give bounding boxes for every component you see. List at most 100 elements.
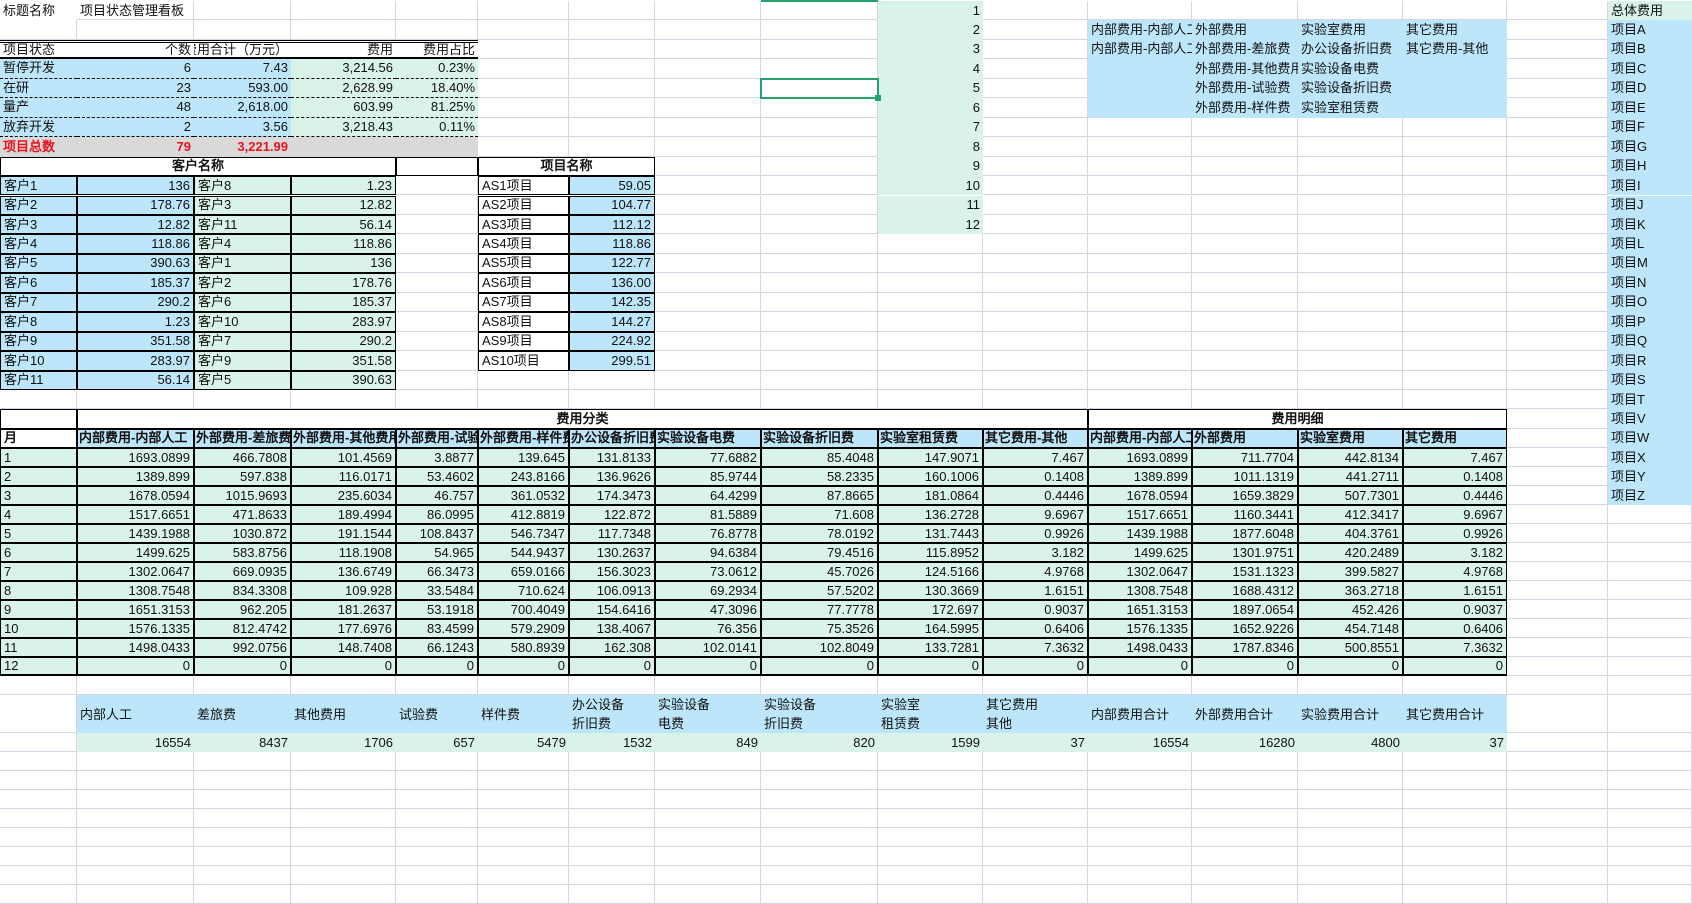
spreadsheet-grid[interactable]: 标题名称 项目状态管理看板 项目状态 个数 费用合计（万元） 费用 费用占比 暂停开发 6 7.4… bbox=[0, 0, 1692, 904]
total-label[interactable]: 项目总数 bbox=[0, 137, 77, 157]
grid-cell[interactable] bbox=[1403, 370, 1507, 390]
expense-value[interactable]: 102.8049 bbox=[761, 638, 878, 658]
status-name[interactable]: 暂停开发 bbox=[0, 59, 77, 79]
expense-value[interactable]: 136.9626 bbox=[569, 467, 655, 487]
status-header-cost[interactable]: 费用 bbox=[291, 39, 396, 60]
project-list-item[interactable]: 项目W bbox=[1608, 428, 1692, 449]
status-header-ratio[interactable]: 费用占比 bbox=[396, 39, 478, 60]
expense-value[interactable]: 0 bbox=[291, 657, 396, 677]
customer-name-sorted[interactable]: 客户2 bbox=[194, 273, 291, 293]
grid-cell[interactable] bbox=[1298, 137, 1403, 157]
project-name[interactable]: AS3项目 bbox=[478, 214, 569, 235]
grid-cell[interactable] bbox=[761, 828, 878, 848]
grid-cell[interactable] bbox=[0, 866, 77, 886]
grid-cell[interactable] bbox=[1608, 562, 1692, 582]
project-list-item[interactable]: 项目G bbox=[1608, 137, 1692, 157]
category-legend-item[interactable]: 内部费用-内部人工 bbox=[1088, 39, 1192, 60]
grid-cell[interactable] bbox=[1298, 273, 1403, 293]
grid-cell[interactable] bbox=[761, 809, 878, 829]
grid-cell[interactable] bbox=[1403, 176, 1507, 196]
grid-cell[interactable] bbox=[655, 117, 761, 138]
index-number[interactable]: 4 bbox=[878, 59, 983, 79]
expense-value[interactable]: 659.0166 bbox=[478, 562, 569, 582]
grid-cell[interactable] bbox=[655, 885, 761, 904]
grid-cell[interactable] bbox=[478, 676, 569, 696]
expense-value[interactable]: 138.4067 bbox=[569, 619, 655, 639]
expense-column-header[interactable]: 实验设备折旧费 bbox=[761, 428, 878, 449]
project-value[interactable]: 118.86 bbox=[569, 234, 655, 254]
grid-cell[interactable] bbox=[761, 292, 878, 313]
expense-value[interactable]: 1308.7548 bbox=[77, 581, 194, 601]
grid-cell[interactable] bbox=[1507, 771, 1608, 791]
status-header-count[interactable]: 个数 bbox=[77, 39, 194, 60]
category-legend-item[interactable]: 外部费用-其他费用 bbox=[1192, 59, 1298, 79]
status-cost[interactable]: 3,218.43 bbox=[291, 117, 396, 138]
summary-value[interactable]: 16554 bbox=[1088, 733, 1192, 753]
project-name[interactable]: AS10项目 bbox=[478, 351, 569, 371]
project-list-item[interactable]: 项目Z bbox=[1608, 486, 1692, 506]
customer-value[interactable]: 136 bbox=[77, 176, 194, 196]
grid-cell[interactable] bbox=[569, 809, 655, 829]
grid-cell[interactable] bbox=[761, 273, 878, 293]
grid-cell[interactable] bbox=[761, 331, 878, 352]
grid-cell[interactable] bbox=[983, 117, 1088, 138]
grid-cell[interactable] bbox=[1088, 752, 1192, 772]
grid-cell[interactable] bbox=[1403, 273, 1507, 293]
grid-cell[interactable] bbox=[291, 1, 396, 21]
summary-label[interactable]: 办公设备 折旧费 bbox=[569, 695, 655, 734]
grid-cell[interactable] bbox=[655, 847, 761, 867]
grid-cell[interactable] bbox=[878, 234, 983, 254]
grid-cell[interactable] bbox=[655, 676, 761, 696]
expense-value[interactable]: 115.8952 bbox=[878, 543, 983, 563]
grid-cell[interactable] bbox=[1403, 292, 1507, 313]
project-value[interactable]: 142.35 bbox=[569, 292, 655, 313]
expense-value[interactable]: 1030.872 bbox=[194, 524, 291, 544]
grid-cell[interactable] bbox=[1403, 847, 1507, 867]
category-legend-item[interactable]: 实验室费用 bbox=[1298, 20, 1403, 40]
grid-cell[interactable] bbox=[291, 771, 396, 791]
expense-value[interactable]: 83.4599 bbox=[396, 619, 478, 639]
expense-value[interactable]: 4.9768 bbox=[1403, 562, 1507, 582]
grid-cell[interactable] bbox=[1403, 312, 1507, 332]
grid-cell[interactable] bbox=[761, 370, 878, 390]
grid-cell[interactable] bbox=[761, 253, 878, 274]
customer-name[interactable]: 客户2 bbox=[0, 195, 77, 215]
grid-cell[interactable] bbox=[1608, 752, 1692, 772]
expense-value[interactable]: 108.8437 bbox=[396, 524, 478, 544]
grid-cell[interactable] bbox=[761, 214, 878, 235]
grid-cell[interactable] bbox=[1608, 809, 1692, 829]
grid-cell[interactable] bbox=[983, 253, 1088, 274]
grid-cell[interactable] bbox=[194, 809, 291, 829]
project-list-item[interactable]: 项目R bbox=[1608, 351, 1692, 371]
grid-cell[interactable] bbox=[478, 370, 569, 390]
project-name[interactable]: AS4项目 bbox=[478, 234, 569, 254]
grid-cell[interactable] bbox=[1088, 234, 1192, 254]
expense-value[interactable]: 363.2718 bbox=[1298, 581, 1403, 601]
grid-cell[interactable] bbox=[1088, 195, 1192, 215]
expense-value[interactable]: 0 bbox=[655, 657, 761, 677]
expense-value[interactable]: 0.4446 bbox=[983, 486, 1088, 506]
grid-cell[interactable] bbox=[761, 176, 878, 196]
expense-value[interactable]: 78.0192 bbox=[761, 524, 878, 544]
customer-name[interactable]: 客户1 bbox=[0, 176, 77, 196]
grid-cell[interactable] bbox=[655, 809, 761, 829]
grid-cell[interactable] bbox=[761, 771, 878, 791]
expense-value[interactable]: 507.7301 bbox=[1298, 486, 1403, 506]
grid-cell[interactable] bbox=[655, 312, 761, 332]
expense-value[interactable]: 7.3632 bbox=[983, 638, 1088, 658]
grid-cell[interactable] bbox=[569, 370, 655, 390]
grid-cell[interactable] bbox=[983, 331, 1088, 352]
grid-cell[interactable] bbox=[1507, 524, 1608, 544]
project-list-item[interactable]: 项目S bbox=[1608, 370, 1692, 390]
grid-cell[interactable] bbox=[655, 828, 761, 848]
grid-cell[interactable] bbox=[478, 390, 569, 410]
expense-value[interactable]: 189.4994 bbox=[291, 505, 396, 525]
month-header[interactable]: 月 bbox=[0, 428, 77, 449]
grid-cell[interactable] bbox=[655, 234, 761, 254]
expense-value[interactable]: 7.467 bbox=[1403, 448, 1507, 468]
grid-cell[interactable] bbox=[77, 809, 194, 829]
expense-value[interactable]: 404.3761 bbox=[1298, 524, 1403, 544]
grid-cell[interactable] bbox=[1298, 390, 1403, 410]
expense-column-header[interactable]: 其它费用 bbox=[1403, 428, 1507, 449]
grid-cell[interactable] bbox=[1507, 253, 1608, 274]
